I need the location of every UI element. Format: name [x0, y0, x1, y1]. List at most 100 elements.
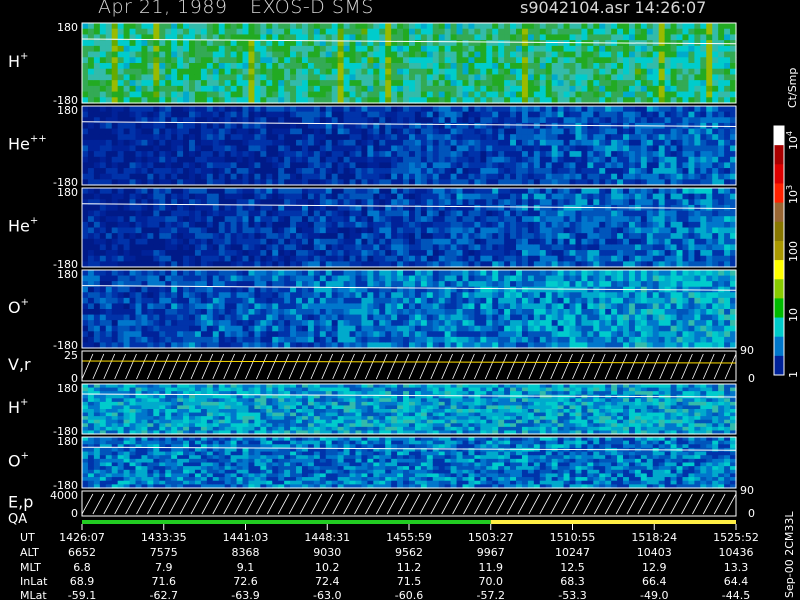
footer-value: 1518:24: [631, 531, 677, 544]
footer-value: 70.0: [479, 575, 504, 588]
colorbar-segment: [774, 336, 784, 357]
spectrogram-figure: 180-180H+180-180He++180-180He+180-180O+2…: [8, 21, 800, 600]
species-label-superscript: +: [20, 51, 28, 62]
footer-value: 10403: [637, 546, 672, 559]
species-label: H+: [8, 51, 28, 71]
y-tick-max: 180: [57, 382, 78, 395]
panel-o-: [81, 269, 737, 349]
colorbar-segment: [774, 145, 784, 165]
colorbar-segment: [774, 317, 784, 338]
footer-value: 13.3: [724, 561, 749, 574]
panel-v-r: [81, 350, 737, 382]
footer-value: -63.9: [231, 589, 259, 600]
species-label: V,r: [8, 355, 31, 374]
panel-h-: [81, 22, 737, 104]
y-tick-max: 4000: [50, 489, 78, 502]
species-label-superscript: +: [21, 297, 29, 308]
colorbar-tick: 10: [787, 308, 800, 322]
panel-e-p: [81, 490, 737, 517]
species-label: O+: [8, 297, 29, 317]
footer-value: 9.1: [237, 561, 255, 574]
panel-he-: [81, 105, 737, 186]
colorbar-segment: [774, 126, 784, 146]
colorbar-segment: [774, 221, 784, 242]
colorbar-tick-exponent: 3: [785, 185, 794, 190]
footer-value: 12.5: [560, 561, 585, 574]
footer-value: -53.3: [558, 589, 586, 600]
colorbar-tick: 103: [785, 185, 800, 204]
footer-value: 71.6: [152, 575, 177, 588]
footer-value: -63.0: [313, 589, 341, 600]
colorbar-tick: 1: [787, 371, 800, 378]
footer-value: -57.2: [477, 589, 505, 600]
species-label-superscript: +: [20, 397, 28, 408]
side-note: Sep-00 2CM33L: [783, 511, 796, 598]
footer-value: 10436: [719, 546, 754, 559]
footer-value: 9562: [395, 546, 423, 559]
footer-value: 1455:59: [386, 531, 432, 544]
footer-value: -60.6: [395, 589, 423, 600]
footer-label-mlt: MLT: [20, 561, 41, 574]
species-label: H+: [8, 397, 28, 417]
footer-value: 10247: [555, 546, 590, 559]
colorbar-segment: [774, 164, 784, 184]
species-label: He+: [8, 216, 38, 236]
footer-value: -49.0: [640, 589, 668, 600]
y-tick-min: 0: [71, 507, 78, 520]
footer-value: 8368: [232, 546, 260, 559]
y-tick-max: 25: [64, 349, 78, 362]
footer-value: 1448:31: [304, 531, 350, 544]
y-tick-max: 180: [57, 104, 78, 117]
species-label-superscript: ++: [30, 134, 47, 145]
species-label: O+: [8, 451, 29, 471]
colorbar-unit: Ct/Smp: [786, 68, 799, 108]
qa-bar-good: [82, 520, 491, 524]
right-tick-max: 90: [740, 484, 754, 497]
footer-label-inlat: InLat: [20, 575, 48, 588]
footer-value: 1503:27: [468, 531, 514, 544]
footer-value: 7575: [150, 546, 178, 559]
footer-label-alt: ALT: [20, 546, 39, 559]
colorbar-segment: [774, 183, 784, 204]
colorbar-segment: [774, 279, 784, 299]
panel-he-: [81, 187, 737, 268]
colorbar-segment: [774, 202, 784, 223]
footer-value: 66.4: [642, 575, 667, 588]
footer-value: 71.5: [397, 575, 422, 588]
colorbar-segment: [774, 298, 784, 319]
y-tick-max: 180: [57, 21, 78, 34]
footer-value: -62.7: [150, 589, 178, 600]
footer-value: 10.2: [315, 561, 340, 574]
panel-o-2-: [81, 436, 737, 489]
colorbar-segment: [774, 355, 784, 376]
footer-value: 72.4: [315, 575, 340, 588]
footer-value: -44.5: [722, 589, 750, 600]
colorbar-tick: 100: [787, 241, 800, 262]
footer-value: 1525:52: [713, 531, 759, 544]
right-tick-max: 90: [740, 344, 754, 357]
footer-value: 11.9: [479, 561, 504, 574]
footer-value: 1426:07: [59, 531, 105, 544]
footer-label-ut: UT: [20, 531, 35, 544]
species-label: He++: [8, 134, 47, 154]
colorbar-segment: [774, 260, 784, 280]
footer-value: 1441:03: [223, 531, 269, 544]
panel-h-2-: [81, 383, 737, 435]
y-tick-max: 180: [57, 186, 78, 199]
footer-value: -59.1: [68, 589, 96, 600]
footer-value: 6652: [68, 546, 96, 559]
footer-value: 12.9: [642, 561, 667, 574]
footer-value: 11.2: [397, 561, 422, 574]
footer-value: 68.3: [560, 575, 585, 588]
qa-bar-fair: [490, 520, 736, 524]
footer-value: 68.9: [70, 575, 95, 588]
colorbar-segment: [774, 240, 784, 261]
y-tick-max: 180: [57, 268, 78, 281]
species-label-superscript: +: [30, 216, 38, 227]
footer-value: 9030: [313, 546, 341, 559]
footer-value: 64.4: [724, 575, 749, 588]
footer-value: 1433:35: [141, 531, 187, 544]
right-tick-min: 0: [748, 372, 755, 385]
colorbar-tick-exponent: 4: [785, 131, 794, 136]
qa-label: QA: [8, 512, 27, 527]
